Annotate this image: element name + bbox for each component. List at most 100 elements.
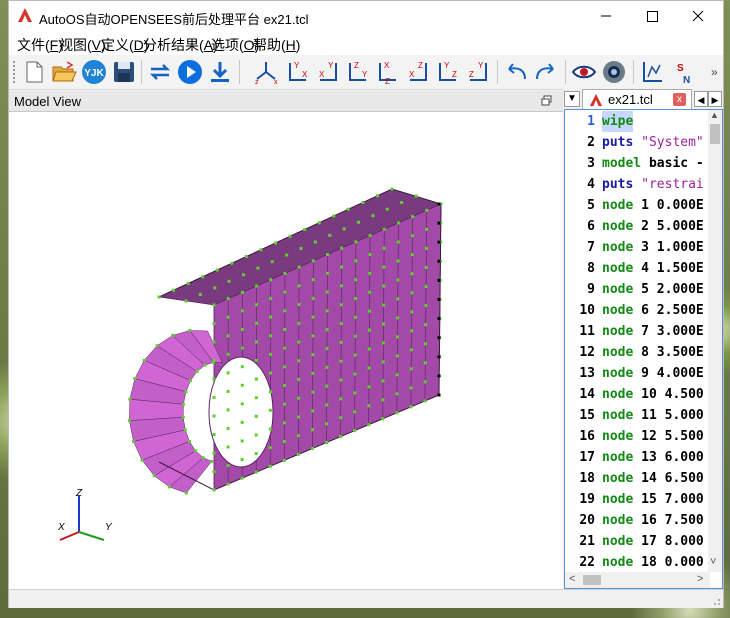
scroll-down-arrow[interactable]: ˅ [710,556,716,568]
view-zy-button[interactable]: ZY [345,59,371,85]
code-line[interactable]: 13 node 9 4.000E [565,363,710,384]
view-zy2-button[interactable]: YZ [465,59,491,85]
close-button[interactable] [675,1,721,31]
code-line[interactable]: 16 node 12 5.500 [565,426,710,447]
code-line[interactable]: 15 node 11 5.000 [565,405,710,426]
toolbar-overflow-button[interactable]: » [711,65,718,79]
code-line[interactable]: 8 node 4 1.500E [565,258,710,279]
line-number: 17 [579,450,595,465]
resize-grip-icon[interactable] [711,596,721,606]
code-line[interactable]: 6 node 2 5.000E [565,216,710,237]
code-line[interactable]: 4 puts "restrai [565,174,710,195]
code-line[interactable]: 3 model basic - [565,153,710,174]
tab-close-icon[interactable]: x [673,93,686,106]
scroll-right-arrow[interactable]: > [697,573,703,585]
menu-view[interactable]: 视图(V) [59,35,106,55]
view-zx-button[interactable]: XZ [375,59,401,85]
menu-options[interactable]: 选项(O) [211,35,259,55]
sn-button[interactable]: SN [671,59,697,85]
redo-button[interactable] [533,59,559,85]
mesh-node [240,402,244,406]
code-line[interactable]: 1 wipe [565,111,710,132]
scroll-up-arrow[interactable]: ▲ [710,110,719,120]
mesh-node [212,396,216,399]
view-3d-button[interactable]: zx [253,59,279,85]
minimize-button[interactable] [583,1,629,31]
mesh-node [226,389,230,393]
code-line[interactable]: 18 node 14 6.500 [565,468,710,489]
mesh-node [424,323,428,327]
mesh-node [299,247,303,250]
code-line[interactable]: 20 node 16 7.500 [565,510,710,531]
code-editor[interactable]: 1 wipe 2 puts "System" 3 model basic - 4 puts "… [564,109,723,589]
camera-button[interactable] [601,59,627,85]
tab-scroll-left[interactable]: ◀ [694,91,708,107]
eye-button[interactable] [571,59,597,85]
menu-file[interactable]: 文件(F) [17,35,63,55]
chart-button[interactable] [639,59,665,85]
save-button[interactable] [111,59,137,85]
code-line[interactable]: 21 node 17 8.000 [565,531,710,552]
code-line[interactable]: 19 node 15 7.000 [565,489,710,510]
vertical-scroll-thumb[interactable] [710,124,720,144]
menu-define[interactable]: 定义(D) [101,35,148,55]
code-line[interactable]: 10 node 6 2.500E [565,300,710,321]
mesh-node [361,201,365,204]
menu-analysis-results[interactable]: 分析结果(A) [143,35,218,55]
mesh-node [410,234,414,238]
yjk-import-button[interactable]: YJK [81,59,107,85]
code-line[interactable]: 2 puts "System" [565,132,710,153]
eye-icon [571,65,597,79]
refresh-button[interactable] [147,59,173,85]
view-xz-button[interactable]: ZX [405,59,431,85]
mesh-node [340,265,344,269]
mesh-node [181,415,185,419]
vertical-scrollbar[interactable]: ▲ ˅ [708,110,722,572]
code-text: node 8 3.500E [602,342,704,363]
mesh-node [339,322,343,326]
mesh-node [303,228,307,231]
code-token: puts [602,177,634,192]
undo-button[interactable] [503,59,529,85]
maximize-button[interactable] [629,1,675,31]
mesh-node [152,474,156,478]
toolbar-grip[interactable] [13,61,18,83]
code-text: node 14 6.500 [602,468,704,489]
code-token: puts [602,135,634,150]
code-token: node [602,450,634,465]
svg-text:Y: Y [294,61,300,70]
tab-scroll-right[interactable]: ▶ [708,91,722,107]
mesh-node [283,346,287,350]
code-token: 13 6.000 [633,450,704,465]
menu-help[interactable]: 帮助(H) [253,35,300,55]
mesh-node [339,340,343,344]
download-button[interactable] [207,59,233,85]
svg-text:Z: Z [452,70,457,79]
restore-panel-icon[interactable] [541,95,553,107]
open-folder-button[interactable] [51,59,77,85]
view-yz-button[interactable]: YZ [435,59,461,85]
view-xy-button[interactable]: YX [285,59,311,85]
mesh-node [255,284,259,288]
code-line[interactable]: 17 node 13 6.000 [565,447,710,468]
horizontal-scroll-thumb[interactable] [583,575,601,585]
code-line[interactable]: 7 node 3 1.000E [565,237,710,258]
view-yx-button[interactable]: YX [315,59,341,85]
tab-list-button[interactable]: ▼ [564,91,580,107]
new-file-button[interactable] [21,59,47,85]
mesh-node [226,297,230,301]
scroll-left-arrow[interactable]: < [569,573,575,585]
mesh-node [325,309,329,313]
tab-ex21[interactable]: ex21.tcl x [582,89,692,109]
code-line[interactable]: 5 node 1 0.000E [565,195,710,216]
code-line[interactable]: 9 node 5 2.000E [565,279,710,300]
code-line[interactable]: 14 node 10 4.500 [565,384,710,405]
code-line[interactable]: 11 node 7 3.000E [565,321,710,342]
line-number: 16 [579,429,595,444]
code-line[interactable]: 12 node 8 3.500E [565,342,710,363]
code-line[interactable]: 22 node 18 0.000 [565,552,710,573]
model-viewport[interactable]: Z Y X [9,112,563,589]
horizontal-scrollbar[interactable]: < > [565,572,710,588]
mesh-node [184,390,188,394]
run-button[interactable] [177,59,203,85]
